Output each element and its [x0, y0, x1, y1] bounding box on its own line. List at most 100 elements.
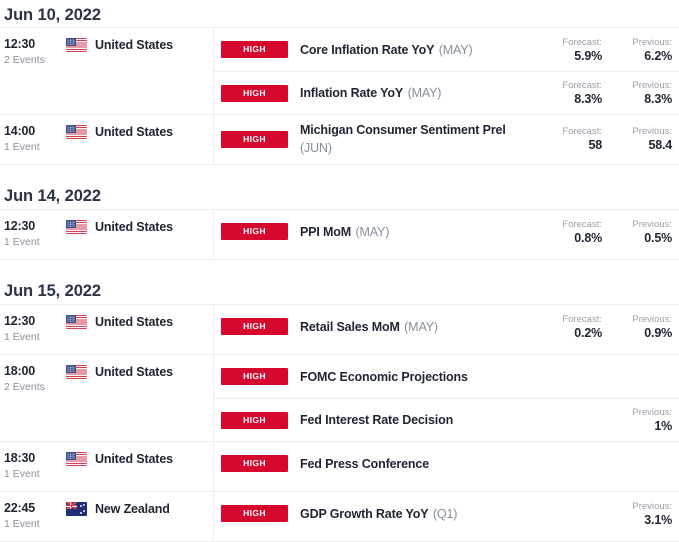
- us-flag-icon: [66, 315, 87, 329]
- event-name[interactable]: FOMC Economic Projections: [300, 370, 468, 384]
- forecast-label: Forecast:: [562, 80, 602, 91]
- forecast-label: Forecast:: [562, 218, 602, 230]
- event-count: 1 Event: [4, 331, 40, 343]
- previous-cell: Previous: 0.9%: [609, 313, 679, 341]
- time-country-cell: 12:30 1 Event United States: [0, 305, 214, 354]
- event-time: 12:30: [4, 37, 35, 51]
- impact-cell: HIGH: [214, 411, 294, 429]
- previous-label: Previous:: [632, 80, 672, 91]
- event-row[interactable]: HIGH Michigan Consumer Sentiment Prel (JU…: [214, 115, 679, 163]
- event-row[interactable]: HIGH Inflation Rate YoY (MAY) Forecast: 8.3…: [214, 71, 679, 114]
- date-group: Jun 14, 2022 12:30 1 Event United States HIG…: [0, 165, 679, 260]
- impact-cell: HIGH: [214, 368, 294, 385]
- event-name[interactable]: PPI MoM: [300, 225, 351, 239]
- event-name-cell: GDP Growth Rate YoY (Q1): [294, 505, 539, 523]
- time-block: 18:00 2 Events United States HIGH FOMC Econo…: [0, 355, 679, 442]
- forecast-cell: Forecast: 0.8%: [539, 218, 609, 246]
- country-name: United States: [95, 38, 173, 52]
- event-count: 1 Event: [4, 468, 40, 480]
- event-name-cell: Inflation Rate YoY (MAY): [294, 84, 539, 102]
- previous-cell: Previous: 0.5%: [609, 218, 679, 246]
- forecast-label: Forecast:: [562, 36, 602, 48]
- us-flag-icon: [66, 220, 87, 234]
- country-wrap[interactable]: United States: [66, 314, 173, 329]
- previous-label: Previous:: [632, 500, 672, 512]
- date-heading: Jun 14, 2022: [4, 187, 101, 205]
- event-period: (MAY): [438, 42, 473, 57]
- previous-cell: Previous:-: [609, 363, 679, 391]
- impact-badge-high[interactable]: HIGH: [221, 223, 288, 240]
- nz-cross-horizontal-red: [66, 505, 77, 507]
- event-row[interactable]: HIGH FOMC Economic Projections Forecast:-P…: [214, 355, 679, 398]
- forecast-label: Forecast:: [562, 313, 602, 325]
- time-wrap: 18:30 1 Event: [4, 451, 66, 482]
- time-wrap: 12:30 2 Events: [4, 37, 66, 68]
- nz-canton: [66, 502, 77, 509]
- event-period: (JUN): [300, 141, 332, 155]
- impact-badge-high[interactable]: HIGH: [221, 505, 288, 522]
- us-flag-icon: [66, 125, 87, 139]
- impact-badge-high[interactable]: HIGH: [221, 84, 288, 102]
- country-wrap[interactable]: United States: [66, 364, 173, 379]
- previous-label: Previous:: [632, 36, 672, 48]
- impact-badge-high[interactable]: HIGH: [221, 411, 288, 429]
- forecast-value: 8.3%: [574, 92, 602, 106]
- event-row[interactable]: HIGH PPI MoM (MAY) Forecast: 0.8% Previous: 0…: [214, 210, 679, 253]
- event-name-cell: PPI MoM (MAY): [294, 223, 539, 241]
- event-row[interactable]: HIGH Core Inflation Rate YoY (MAY) Forecas…: [214, 28, 679, 71]
- us-flag-icon: [66, 38, 87, 52]
- time-country-cell: 18:00 2 Events United States: [0, 355, 214, 441]
- country-name: New Zealand: [95, 502, 170, 516]
- previous-value: 0.5%: [644, 230, 672, 245]
- event-count: 1 Event: [4, 518, 40, 530]
- impact-badge-high[interactable]: HIGH: [221, 130, 288, 148]
- country-name: United States: [95, 452, 173, 466]
- date-heading: Jun 15, 2022: [4, 282, 101, 300]
- event-time: 14:00: [4, 124, 35, 138]
- impact-badge-high[interactable]: HIGH: [221, 41, 288, 58]
- event-name[interactable]: Michigan Consumer Sentiment Prel: [300, 123, 506, 137]
- impact-cell: HIGH: [214, 318, 294, 335]
- us-flag-icon: [66, 452, 87, 466]
- event-name[interactable]: Fed Interest Rate Decision: [300, 413, 453, 427]
- event-row[interactable]: HIGH Fed Press Conference Forecast:-Previo…: [214, 442, 679, 485]
- event-count: 1 Event: [4, 141, 40, 153]
- time-country-cell: 22:45 1 Event New Zealand: [0, 492, 214, 541]
- date-heading: Jun 10, 2022: [4, 6, 101, 24]
- event-name[interactable]: Retail Sales MoM: [300, 320, 400, 334]
- impact-badge-high[interactable]: HIGH: [221, 318, 288, 335]
- event-name-cell: Core Inflation Rate YoY (MAY): [294, 41, 539, 59]
- country-wrap[interactable]: United States: [66, 219, 173, 234]
- previous-cell: Previous: 8.3%: [609, 79, 679, 107]
- previous-label: Previous:: [632, 313, 672, 325]
- time-block: 18:30 1 Event United States HIGH Fed Press C…: [0, 442, 679, 492]
- nz-star-4: [79, 511, 82, 514]
- impact-badge-high[interactable]: HIGH: [221, 455, 288, 472]
- time-block: 12:30 1 Event United States HIGH PPI MoM (MA…: [0, 210, 679, 260]
- time-country-cell: 12:30 1 Event United States: [0, 210, 214, 259]
- event-row[interactable]: HIGH Retail Sales MoM (MAY) Forecast: 0.2% P…: [214, 305, 679, 348]
- event-name[interactable]: Fed Press Conference: [300, 457, 429, 471]
- event-name[interactable]: Inflation Rate YoY: [300, 86, 403, 100]
- country-wrap[interactable]: United States: [66, 37, 173, 52]
- time-country-cell: 14:00 1 Event United States: [0, 115, 214, 164]
- us-flag-icon: [66, 365, 87, 379]
- country-wrap[interactable]: United States: [66, 451, 173, 466]
- time-country-cell: 18:30 1 Event United States: [0, 442, 214, 491]
- time-wrap: 12:30 1 Event: [4, 219, 66, 250]
- event-row[interactable]: HIGH Fed Interest Rate Decision Forecast:-…: [214, 398, 679, 441]
- forecast-cell: Forecast:-: [539, 450, 609, 478]
- nz-star-1: [79, 505, 82, 508]
- country-wrap[interactable]: United States: [66, 124, 173, 139]
- previous-cell: Previous: 6.2%: [609, 36, 679, 64]
- events-column: HIGH PPI MoM (MAY) Forecast: 0.8% Previous: 0…: [214, 210, 679, 259]
- event-row[interactable]: HIGHGDP Growth Rate YoY (Q1)Forecast:-Pr…: [214, 492, 679, 535]
- country-name: United States: [95, 125, 173, 139]
- event-name-cell: Fed Interest Rate Decision: [294, 411, 539, 429]
- event-name[interactable]: Core Inflation Rate YoY: [300, 43, 434, 57]
- event-time: 12:30: [4, 219, 35, 233]
- impact-badge-high[interactable]: HIGH: [221, 368, 288, 385]
- previous-value: 1%: [654, 419, 672, 433]
- nz-flag-icon: [66, 502, 87, 516]
- events-column: HIGH Fed Press Conference Forecast:-Previo…: [214, 442, 679, 491]
